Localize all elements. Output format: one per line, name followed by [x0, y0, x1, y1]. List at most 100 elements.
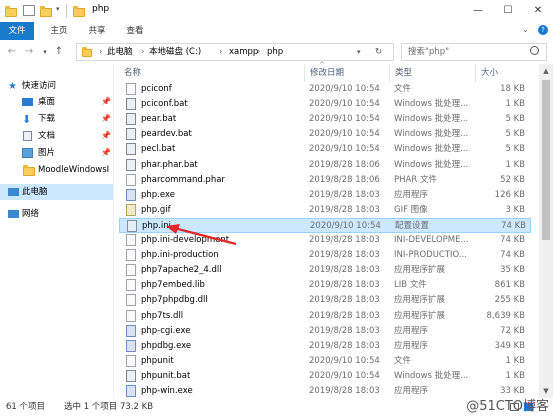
tab-view[interactable]: 查看 [120, 22, 150, 40]
quick-access-dropdown-icon[interactable]: ▾ [56, 5, 60, 13]
file-row[interactable]: pciconf 2020/9/10 10:54 文件 18 KB [119, 82, 531, 97]
file-type: Windows 批处理... [394, 159, 469, 170]
file-date: 2019/8/28 18:03 [309, 310, 380, 321]
selection-info: 选中 1 个项目 73.2 KB [64, 402, 154, 412]
breadcrumb-this-pc[interactable]: 此电脑 [107, 44, 133, 60]
download-icon: ⬇ [22, 113, 32, 126]
file-date: 2019/8/28 18:03 [309, 204, 380, 215]
column-header-size[interactable]: 大小 [476, 64, 531, 82]
file-file-icon [126, 83, 136, 95]
file-date: 2020/9/10 10:54 [309, 370, 380, 381]
file-row[interactable]: php.ini-production 2019/8/28 18:03 INI-PRO… [119, 248, 531, 263]
file-type: INI-DEVELOPME... [394, 235, 469, 245]
file-size: 861 KB [494, 280, 525, 291]
sidebar-item-downloads[interactable]: ⬇ 下载 📌 [0, 111, 113, 127]
column-header-date[interactable]: 修改日期 [305, 64, 390, 82]
pin-icon[interactable]: 📌 [101, 145, 111, 161]
file-size: 1 KB [505, 370, 525, 381]
breadcrumb-local-disk[interactable]: 本地磁盘 (C:) [149, 44, 201, 60]
file-type: LIB 文件 [394, 280, 427, 291]
column-header-name[interactable]: 名称 [119, 64, 305, 82]
file-date: 2020/9/10 10:54 [310, 220, 381, 231]
recent-dropdown-icon[interactable]: ▾ [38, 44, 52, 60]
file-row[interactable]: phpunit 2020/9/10 10:54 文件 1 KB [119, 354, 531, 369]
file-row[interactable]: php7ts.dll 2019/8/28 18:03 应用程序扩展 8,639 KB [119, 309, 531, 324]
file-row[interactable]: pecl.bat 2020/9/10 10:54 Windows 批处理... 5 K… [119, 142, 531, 157]
title-bar: ▾ php — ☐ ✕ [0, 0, 553, 22]
search-input[interactable]: 搜索"php" [408, 44, 449, 60]
vertical-scrollbar[interactable]: ▲ ▼ [539, 64, 553, 398]
file-row[interactable]: phpdbg.exe 2019/8/28 18:03 应用程序 349 KB [119, 339, 531, 354]
exe-file-icon [126, 188, 136, 201]
sidebar-item-moodle[interactable]: MoodleWindowsI [0, 162, 113, 178]
file-size: 5 KB [505, 144, 525, 155]
scrollbar-thumb[interactable] [542, 80, 550, 240]
tab-home[interactable]: 主页 [44, 22, 74, 40]
file-row[interactable]: pear.bat 2020/9/10 10:54 Windows 批处理... 5 K… [119, 112, 531, 127]
tab-share[interactable]: 共享 [82, 22, 112, 40]
close-button[interactable]: ✕ [523, 0, 553, 22]
refresh-icon[interactable]: ↻ [375, 44, 382, 60]
file-type: Windows 批处理... [394, 114, 469, 125]
file-row[interactable]: php-cgi.exe 2019/8/28 18:03 应用程序 72 KB [119, 324, 531, 339]
sidebar-item-desktop[interactable]: 桌面 📌 [0, 94, 113, 110]
file-date: 2020/9/10 10:54 [309, 99, 380, 110]
sidebar-item-documents[interactable]: 文档 📌 [0, 128, 113, 144]
file-name: php7embed.lib [141, 280, 205, 291]
new-folder-icon[interactable] [40, 6, 52, 17]
file-row[interactable]: php.exe 2019/8/28 18:03 应用程序 126 KB [119, 188, 531, 203]
breadcrumb-chevron-icon: › [141, 47, 145, 57]
file-type: Windows 批处理... [394, 370, 469, 381]
sidebar-item-quick-access[interactable]: ★ 快速访问 [0, 78, 113, 94]
file-type: Windows 批处理... [394, 144, 469, 155]
file-type: 文件 [394, 84, 412, 94]
tab-file[interactable]: 文件 [0, 22, 34, 40]
address-bar[interactable]: › 此电脑 › 本地磁盘 (C:) › xampp › php ▾ ↻ [76, 43, 394, 61]
minimize-button[interactable]: — [463, 0, 493, 22]
scroll-up-icon[interactable]: ▲ [539, 64, 553, 78]
file-row[interactable]: phar.phar.bat 2019/8/28 18:06 Windows 批处理.… [119, 158, 531, 173]
file-row[interactable]: php.gif 2019/8/28 18:03 GIF 图像 3 KB [119, 203, 531, 218]
ribbon: 文件 主页 共享 查看 ⌄ ? [0, 22, 553, 41]
file-row[interactable]: pciconf.bat 2020/9/10 10:54 Windows 批处理...… [119, 97, 531, 112]
search-box[interactable]: 搜索"php" [401, 43, 547, 61]
file-row[interactable]: php7embed.lib 2019/8/28 18:03 LIB 文件 861 KB [119, 278, 531, 293]
ini-file-icon [127, 219, 137, 232]
file-row[interactable]: php7phpdbg.dll 2019/8/28 18:03 应用程序扩展 255 K… [119, 293, 531, 308]
maximize-button[interactable]: ☐ [493, 0, 523, 22]
file-size: 3 KB [505, 204, 525, 215]
bat-file-icon [126, 143, 136, 156]
file-size: 1 KB [505, 355, 525, 366]
file-row[interactable]: pharcommand.phar 2019/8/28 18:06 PHAR 文件 52… [119, 173, 531, 188]
pin-icon[interactable]: 📌 [101, 94, 111, 110]
column-header-type[interactable]: 类型 [390, 64, 476, 82]
file-size: 255 KB [494, 295, 525, 306]
back-button[interactable]: ← [5, 44, 19, 60]
search-icon[interactable] [530, 46, 539, 55]
file-row[interactable]: peardev.bat 2020/9/10 10:54 Windows 批处理...… [119, 127, 531, 142]
up-button[interactable]: ↑ [52, 44, 66, 60]
breadcrumb-chevron-icon: › [99, 47, 103, 57]
file-row[interactable]: phpunit.bat 2020/9/10 10:54 Windows 批处理...… [119, 369, 531, 384]
file-date: 2019/8/28 18:03 [309, 235, 380, 245]
sidebar-item-network[interactable]: 网络 [0, 206, 113, 222]
file-file-icon [126, 249, 136, 262]
address-dropdown-icon[interactable]: ▾ [357, 44, 361, 60]
help-icon[interactable]: ? [538, 25, 548, 35]
item-count: 61 个项目 [6, 402, 46, 412]
file-row[interactable]: php7apache2_4.dll 2019/8/28 18:03 应用程序扩展 35… [119, 263, 531, 278]
pin-icon[interactable]: 📌 [101, 128, 111, 144]
expand-ribbon-icon[interactable]: ⌄ [522, 25, 529, 34]
breadcrumb-php[interactable]: php [267, 44, 283, 60]
gif-file-icon [126, 203, 136, 216]
file-date: 2020/9/10 10:54 [309, 355, 380, 366]
pin-icon[interactable]: 📌 [101, 111, 111, 127]
forward-button[interactable]: → [22, 44, 36, 60]
annotation-arrow-head [166, 224, 180, 234]
file-size: 126 KB [494, 189, 525, 200]
breadcrumb-xampp[interactable]: xampp [229, 44, 258, 60]
sidebar-item-this-pc[interactable]: 此电脑 [0, 184, 113, 200]
file-size: 72 KB [500, 325, 525, 336]
sidebar-item-pictures[interactable]: 图片 📌 [0, 145, 113, 161]
properties-icon[interactable] [23, 5, 35, 16]
